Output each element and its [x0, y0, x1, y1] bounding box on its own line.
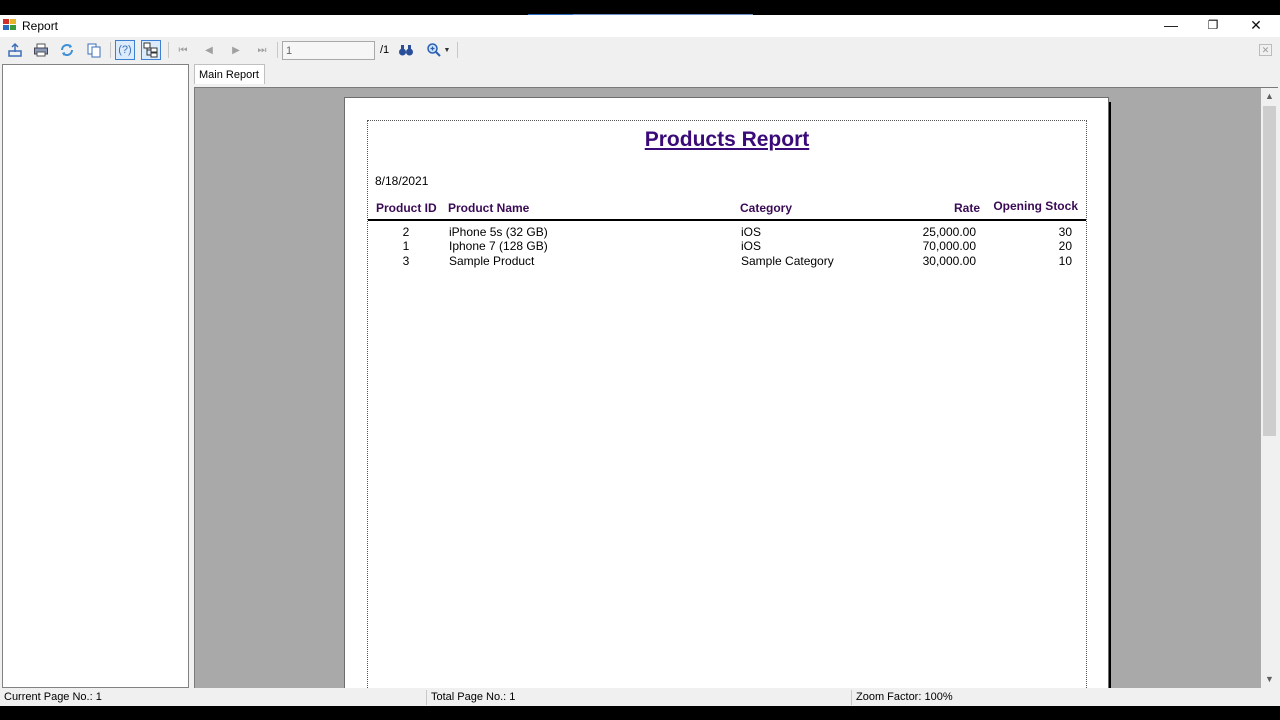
toolbar-separator — [457, 42, 458, 58]
zoom-factor-status: Zoom Factor: 100% — [856, 691, 953, 703]
search-button[interactable] — [396, 40, 416, 60]
refresh-icon — [61, 44, 73, 56]
stock-cell: 10 — [1058, 254, 1072, 268]
window-title: Report — [22, 19, 59, 33]
product-name-cell: iPhone 5s (32 GB) — [449, 225, 548, 239]
chevron-down-icon: ▼ — [443, 46, 451, 54]
first-page-button[interactable]: ⏮ — [173, 40, 193, 60]
copy-icon — [87, 43, 101, 58]
next-page-button[interactable]: ▶ — [226, 40, 246, 60]
toolbar-separator — [277, 42, 278, 58]
toolbar-separator — [110, 42, 111, 58]
tab-main-report[interactable]: Main Report — [194, 64, 265, 84]
product-id-cell: 3 — [402, 254, 410, 268]
group-tree-toggle[interactable] — [141, 40, 161, 60]
close-button[interactable]: ✕ — [1234, 15, 1278, 35]
title-bar: Report — ❐ ✕ — [0, 15, 1280, 37]
rate-cell: 70,000.00 — [922, 239, 976, 253]
column-header-opening-stock: Opening Stock — [993, 199, 1078, 213]
category-cell: iOS — [741, 225, 762, 239]
group-tree-panel[interactable] — [2, 64, 189, 688]
page-total-label: /1 — [380, 44, 390, 56]
column-header-rate: Rate — [953, 201, 980, 215]
copy-button[interactable] — [84, 40, 104, 60]
help-button[interactable]: (?) — [115, 40, 135, 60]
last-page-button[interactable]: ⏭ — [252, 40, 272, 60]
report-viewer[interactable]: Products Report 8/18/2021 Product ID Pro… — [194, 87, 1278, 688]
stock-cell: 20 — [1058, 239, 1072, 253]
stock-cell: 30 — [1058, 225, 1072, 239]
status-bar: Current Page No.: 1 Total Page No.: 1 Zo… — [0, 689, 1280, 706]
export-icon — [8, 42, 22, 57]
export-button[interactable] — [5, 40, 25, 60]
minimize-button[interactable]: — — [1149, 15, 1193, 35]
close-tab-button[interactable]: ✕ — [1259, 44, 1272, 56]
column-header-category: Category — [740, 201, 793, 215]
report-page: Products Report 8/18/2021 Product ID Pro… — [344, 97, 1109, 688]
product-name-cell: Iphone 7 (128 GB) — [449, 239, 548, 253]
header-divider — [368, 219, 1086, 221]
zoom-icon — [426, 43, 441, 57]
report-body: Products Report 8/18/2021 Product ID Pro… — [367, 120, 1087, 688]
report-window: Report — ❐ ✕ (?) ⏮ ◀ ▶ ⏭ 1 /1 ▼ ✕ Main R… — [0, 15, 1280, 706]
page-number-input[interactable] — [282, 41, 375, 60]
product-id-cell: 1 — [402, 239, 410, 253]
scroll-up-icon[interactable]: ▲ — [1261, 88, 1278, 105]
scroll-down-icon[interactable]: ▼ — [1261, 671, 1278, 688]
column-header-product-name: Product Name — [448, 201, 530, 215]
category-cell: Sample Category — [741, 254, 834, 268]
screen-top-bar — [0, 0, 1280, 16]
zoom-button[interactable]: ▼ — [423, 40, 453, 60]
binoculars-icon — [399, 45, 413, 56]
product-name-cell: Sample Product — [449, 254, 535, 268]
report-date: 8/18/2021 — [375, 174, 429, 188]
refresh-button[interactable] — [57, 40, 77, 60]
app-icon — [3, 19, 16, 31]
previous-page-button[interactable]: ◀ — [199, 40, 219, 60]
toolbar-separator — [168, 42, 169, 58]
printer-icon — [34, 43, 48, 57]
vertical-scrollbar[interactable]: ▲ ▼ — [1261, 88, 1278, 688]
rate-cell: 30,000.00 — [922, 254, 976, 268]
screen-bottom-bar — [0, 706, 1280, 720]
product-id-cell: 2 — [402, 225, 410, 239]
print-button[interactable] — [31, 40, 51, 60]
report-toolbar: (?) ⏮ ◀ ▶ ⏭ /1 — [0, 37, 1280, 65]
group-tree-icon — [143, 42, 158, 58]
total-page-status: Total Page No.: 1 — [431, 691, 516, 703]
column-header-product-id: Product ID — [376, 201, 437, 215]
status-separator — [426, 690, 427, 705]
restore-button[interactable]: ❐ — [1191, 15, 1235, 35]
scrollbar-thumb[interactable] — [1263, 106, 1276, 436]
status-separator — [851, 690, 852, 705]
current-page-status: Current Page No.: 1 — [4, 691, 102, 703]
category-cell: iOS — [741, 239, 762, 253]
report-title: Products Report — [644, 128, 810, 151]
rate-cell: 25,000.00 — [922, 225, 976, 239]
